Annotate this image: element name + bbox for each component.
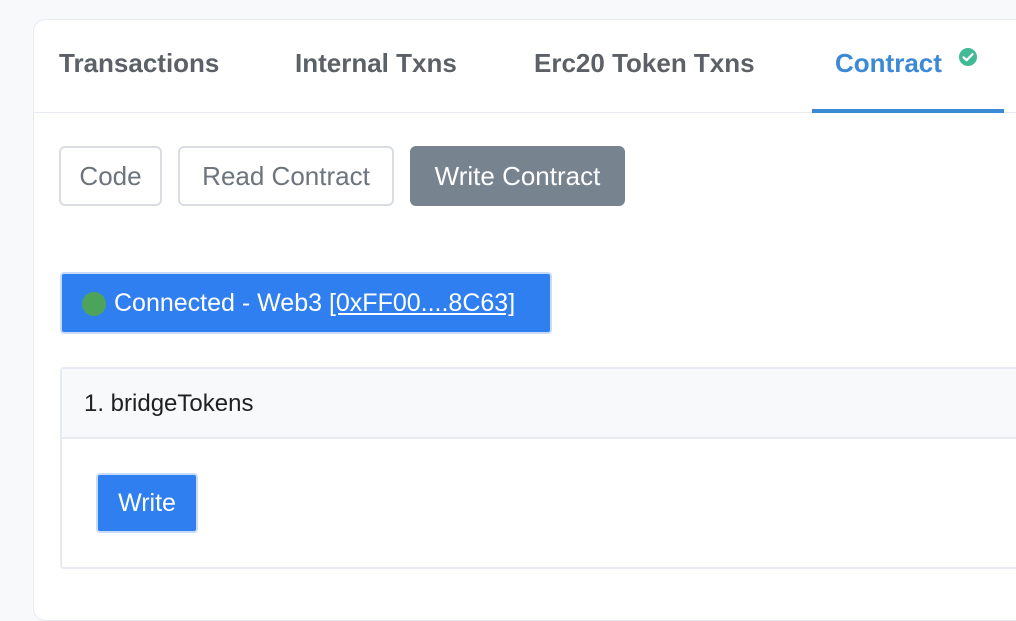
code-button[interactable]: Code xyxy=(59,146,162,206)
tab-internal-txns[interactable]: Internal Txns xyxy=(295,48,457,79)
read-contract-button[interactable]: Read Contract xyxy=(178,146,394,206)
method-header[interactable]: 1. bridgeTokens xyxy=(62,369,1016,439)
tab-bar: Transactions Internal Txns Erc20 Token T… xyxy=(34,20,1016,113)
method-panel-bridge-tokens: 1. bridgeTokens Write xyxy=(60,367,1016,569)
tab-contract[interactable]: Contract xyxy=(835,48,942,79)
write-contract-button[interactable]: Write Contract xyxy=(410,146,625,206)
connected-status-text: Connected - Web3 [0xFF00....8C63] xyxy=(114,274,515,332)
check-circle-icon xyxy=(959,48,977,66)
write-button[interactable]: Write xyxy=(96,473,198,533)
connection-status-label: Connected - Web3 xyxy=(114,289,322,317)
tab-erc20-token-txns[interactable]: Erc20 Token Txns xyxy=(534,48,755,79)
active-tab-indicator xyxy=(812,109,1004,113)
status-dot-icon xyxy=(82,292,106,316)
contract-card: Transactions Internal Txns Erc20 Token T… xyxy=(33,19,1016,621)
connected-web3-button[interactable]: Connected - Web3 [0xFF00....8C63] xyxy=(60,272,552,334)
wallet-address-link[interactable]: [0xFF00....8C63] xyxy=(329,289,515,317)
tab-transactions[interactable]: Transactions xyxy=(59,48,219,79)
